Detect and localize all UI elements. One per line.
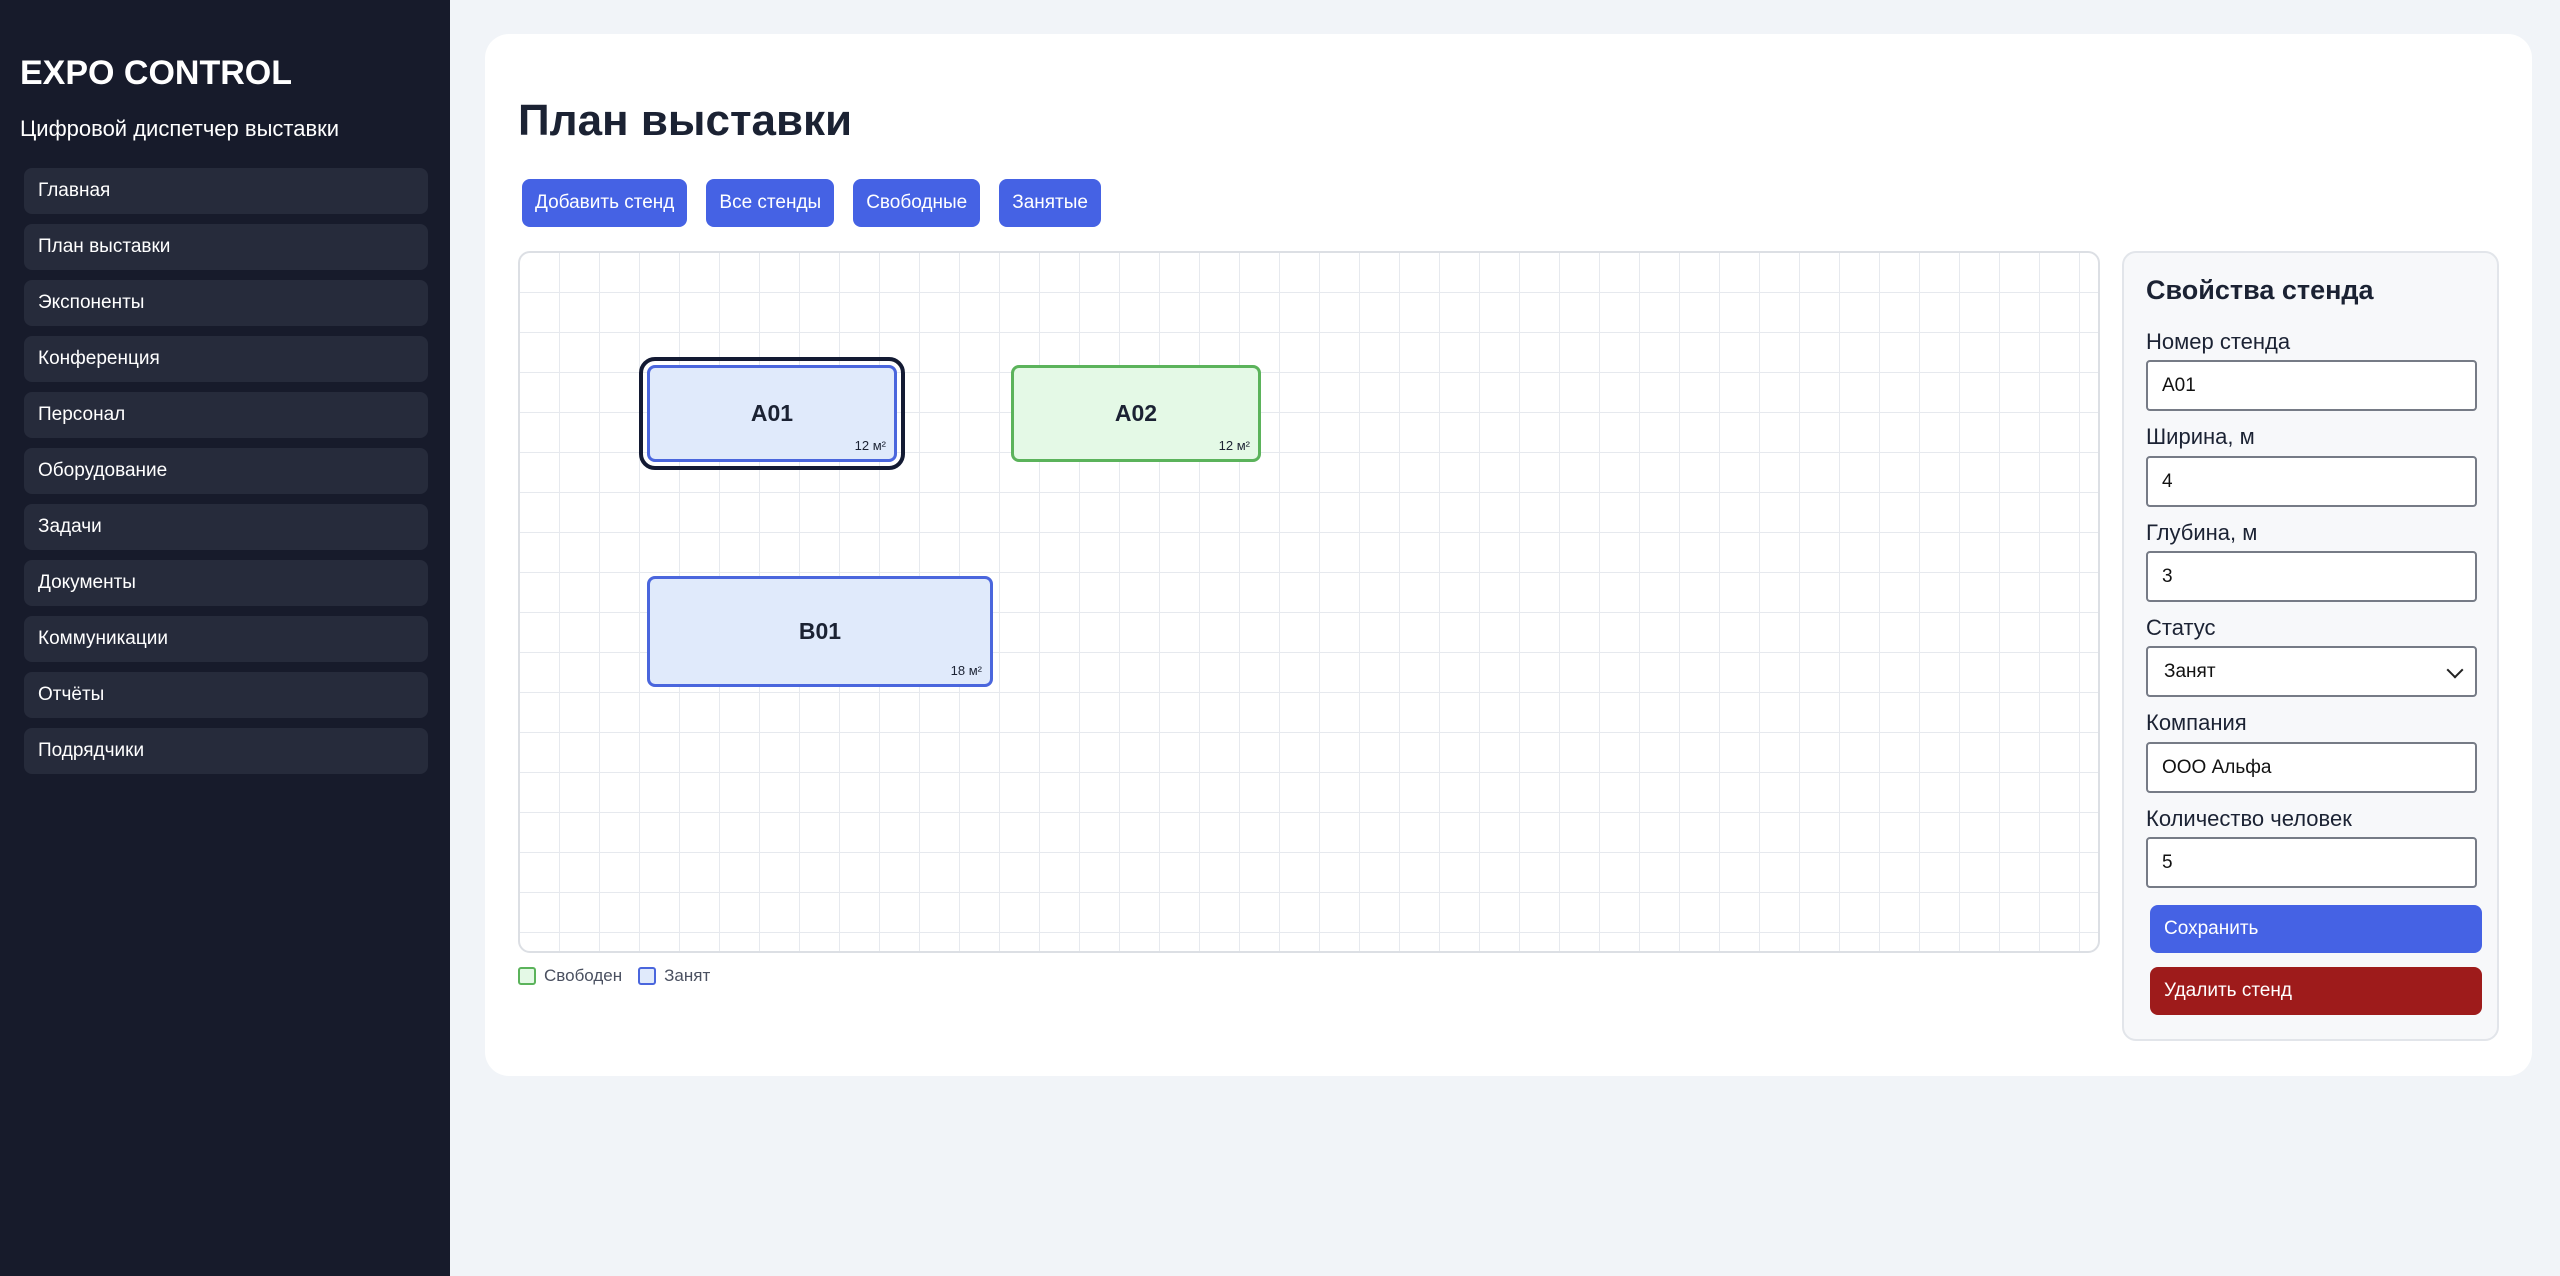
sidebar-item-equipment[interactable]: Оборудование xyxy=(24,448,428,494)
delete-stand-button[interactable]: Удалить стенд xyxy=(2150,967,2482,1015)
status-select-value: Занят xyxy=(2164,660,2216,682)
filter-free-button[interactable]: Свободные xyxy=(853,179,981,227)
stand-properties-panel: Свойства стенда Номер стенда Ширина, м Г… xyxy=(2122,251,2499,1041)
filter-all-button[interactable]: Все стенды xyxy=(706,179,835,227)
filter-busy-button[interactable]: Занятые xyxy=(999,179,1101,227)
depth-label: Глубина, м xyxy=(2146,520,2258,545)
sidebar-nav: Главная План выставки Экспоненты Конфере… xyxy=(24,168,428,784)
sidebar-item-communications[interactable]: Коммуникации xyxy=(24,616,428,662)
save-button[interactable]: Сохранить xyxy=(2150,905,2482,953)
people-count-label: Количество человек xyxy=(2146,806,2352,831)
stand-number: A02 xyxy=(1114,400,1158,426)
page-title: План выставки xyxy=(518,96,853,145)
panel-title: Свойства стенда xyxy=(2146,275,2374,305)
stand-number: A01 xyxy=(750,400,794,426)
add-stand-button[interactable]: Добавить стенд xyxy=(522,179,688,227)
legend-free-swatch xyxy=(518,967,536,985)
legend-busy-label: Занят xyxy=(664,966,711,985)
legend-free-label: Свободен xyxy=(544,966,623,985)
stand-b01[interactable]: B01 18 м² xyxy=(647,576,993,687)
stand-number: B01 xyxy=(798,618,842,644)
company-label: Компания xyxy=(2146,710,2247,735)
width-label: Ширина, м xyxy=(2146,424,2255,449)
floor-plan-canvas[interactable]: A01 12 м² A02 12 м² B01 18 м² xyxy=(518,251,2100,953)
sidebar-item-exhibitors[interactable]: Экспоненты xyxy=(24,280,428,326)
plan-toolbar: Добавить стенд Все стенды Свободные Заня… xyxy=(522,179,1120,227)
stand-area: 12 м² xyxy=(854,438,886,453)
sidebar-item-staff[interactable]: Персонал xyxy=(24,392,428,438)
app-brand: EXPO CONTROL xyxy=(20,54,293,92)
company-input[interactable] xyxy=(2146,742,2477,793)
chevron-down-icon xyxy=(2446,661,2464,679)
sidebar-item-documents[interactable]: Документы xyxy=(24,560,428,606)
sidebar-item-tasks[interactable]: Задачи xyxy=(24,504,428,550)
people-count-input[interactable] xyxy=(2146,837,2477,888)
sidebar-item-conference[interactable]: Конференция xyxy=(24,336,428,382)
sidebar-item-home[interactable]: Главная xyxy=(24,168,428,214)
sidebar: EXPO CONTROL Цифровой диспетчер выставки… xyxy=(0,0,450,1276)
stand-a01[interactable]: A01 12 м² xyxy=(639,357,905,470)
sidebar-item-contractors[interactable]: Подрядчики xyxy=(24,728,428,774)
plan-legend: Свободен Занят xyxy=(518,966,710,986)
sidebar-item-reports[interactable]: Отчёты xyxy=(24,672,428,718)
sidebar-item-exhibition-plan[interactable]: План выставки xyxy=(24,224,428,270)
stand-number-input[interactable] xyxy=(2146,360,2477,411)
app-subtitle: Цифровой диспетчер выставки xyxy=(20,116,340,141)
depth-input[interactable] xyxy=(2146,551,2477,602)
stand-area: 12 м² xyxy=(1218,438,1250,453)
stand-area: 18 м² xyxy=(950,663,982,678)
legend-busy-swatch xyxy=(638,967,657,985)
stand-a02[interactable]: A02 12 м² xyxy=(1011,365,1261,462)
status-label: Статус xyxy=(2146,615,2216,640)
stand-number-label: Номер стенда xyxy=(2146,329,2291,354)
status-select[interactable]: Занят xyxy=(2146,646,2477,697)
width-input[interactable] xyxy=(2146,456,2477,507)
